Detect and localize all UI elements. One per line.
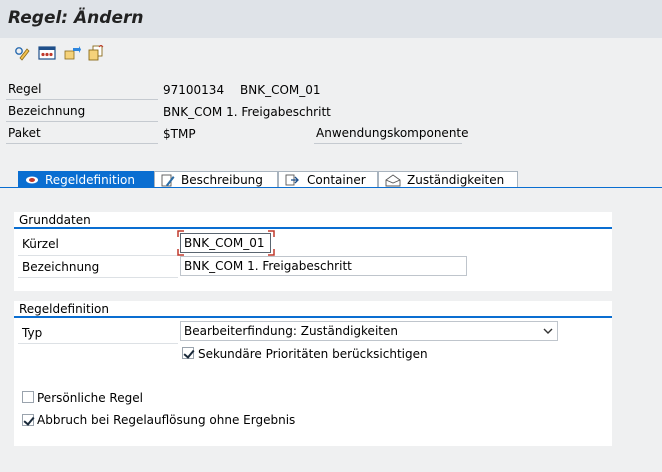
- regel-label: Regel: [6, 82, 158, 100]
- page-title: Regel: Ändern: [8, 8, 144, 28]
- responsibility-icon: [385, 173, 401, 186]
- group-title: Grunddaten: [14, 212, 612, 229]
- kuerzel-row-line: [18, 255, 178, 256]
- typ-row-line: [18, 343, 178, 344]
- tab-beschreibung[interactable]: Beschreibung: [154, 171, 278, 188]
- copy-icon: [88, 45, 104, 61]
- container-icon: [285, 174, 299, 185]
- bezeichnung-row-line: [18, 277, 178, 278]
- edit-pencil-icon: [15, 47, 30, 61]
- typ-selected-value: Bearbeiterfindung: Zuständigkeiten: [184, 324, 398, 338]
- focus-marker: [177, 230, 275, 256]
- persoenlich-checkbox[interactable]: [22, 391, 34, 403]
- sekundaer-checkbox[interactable]: [182, 347, 194, 359]
- copy-button[interactable]: [86, 44, 106, 62]
- abbruch-checkbox[interactable]: [22, 414, 34, 426]
- transport-icon: [64, 46, 81, 60]
- grunddaten-group: Grunddaten: [14, 212, 612, 291]
- group-title: Regeldefinition: [14, 301, 612, 318]
- simulate-icon: [38, 46, 56, 60]
- tab-label: Regeldefinition: [45, 173, 135, 187]
- rule-icon: [26, 176, 38, 184]
- tab-label: Beschreibung: [181, 173, 263, 187]
- sekundaer-label: Sekundäre Prioritäten berücksichtigen: [198, 347, 428, 361]
- grunddaten-bezeichnung-label: Bezeichnung: [22, 260, 100, 274]
- tab-strip-line: [0, 187, 662, 188]
- paket-label: Paket: [6, 126, 158, 144]
- typ-select[interactable]: Bearbeiterfindung: Zuständigkeiten: [180, 321, 558, 341]
- tab-container[interactable]: Container: [278, 171, 378, 188]
- simulate-button[interactable]: [37, 44, 57, 62]
- bezeichnung-input[interactable]: BNK_COM 1. Freigabeschritt: [180, 256, 467, 276]
- tab-label: Container: [307, 173, 366, 187]
- edit-button[interactable]: [12, 44, 32, 62]
- typ-label: Typ: [22, 326, 43, 340]
- tab-label: Zuständigkeiten: [407, 173, 505, 187]
- description-icon: [161, 174, 175, 186]
- regel-name: BNK_COM_01: [240, 83, 321, 97]
- transport-button[interactable]: [62, 44, 82, 62]
- abbruch-label: Abbruch bei Regelauflösung ohne Ergebnis: [37, 413, 296, 427]
- bezeichnung-label: Bezeichnung: [6, 104, 158, 122]
- regel-id: 97100134: [163, 83, 225, 97]
- anwendungskomponente-label: Anwendungskomponente: [314, 126, 469, 144]
- tab-regeldefinition[interactable]: Regeldefinition: [18, 171, 154, 188]
- persoenlich-label: Persönliche Regel: [37, 391, 143, 405]
- kuerzel-label: Kürzel: [22, 237, 59, 251]
- paket-value: $TMP: [163, 127, 196, 141]
- bezeichnung-value: BNK_COM 1. Freigabeschritt: [163, 105, 331, 119]
- tab-zustaendigkeiten[interactable]: Zuständigkeiten: [378, 171, 518, 188]
- chevron-down-icon: [543, 328, 553, 334]
